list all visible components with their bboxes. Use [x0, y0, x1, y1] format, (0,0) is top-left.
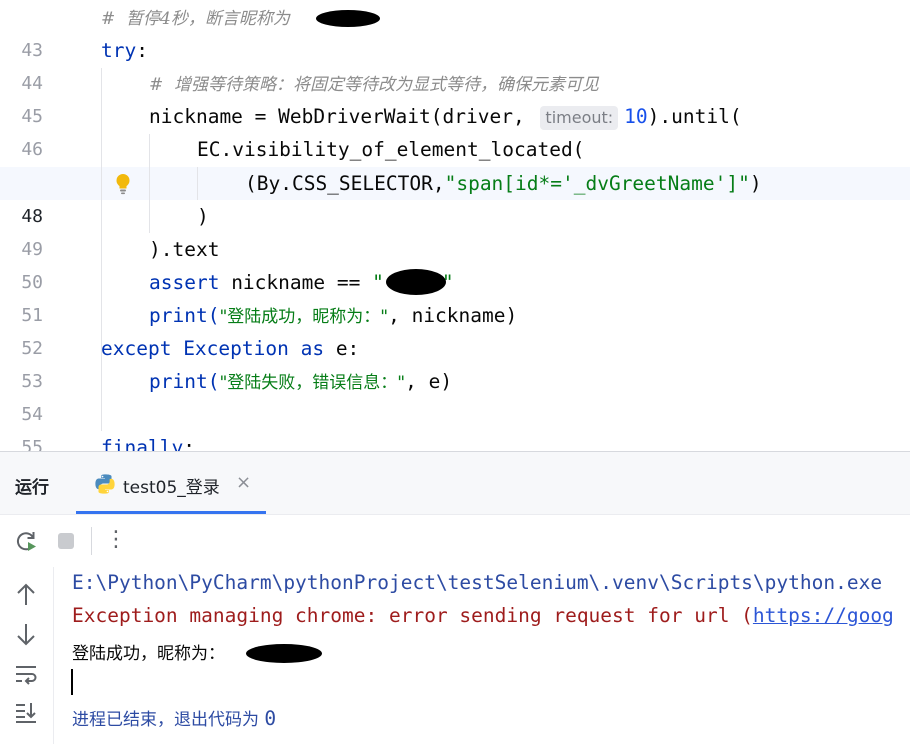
- code-text: except Exception as e:: [101, 337, 360, 360]
- code-text: print("登陆成功，昵称为：", nickname): [149, 304, 518, 327]
- code-text: # 增强等待策略：将固定等待改为显式等待，确保元素可见: [149, 75, 600, 95]
- rerun-icon[interactable]: [13, 528, 39, 554]
- code-text: try:: [101, 39, 148, 62]
- code-text: ).text: [149, 238, 220, 261]
- code-line-54[interactable]: 54 print("登陆失败，错误信息：", e): [0, 365, 910, 425]
- error-url-link[interactable]: https://goog: [753, 604, 894, 627]
- indent-guide: [101, 68, 102, 431]
- code-text: (By.CSS_SELECTOR,"span[id*='_dvGreetName…: [245, 172, 762, 195]
- code-line-51[interactable]: 51 assert nickname == " ": [0, 266, 910, 326]
- code-line-43[interactable]: 43 # 暂停4秒，断言昵称为: [0, 1, 910, 61]
- lightbulb-icon[interactable]: [115, 173, 131, 195]
- code-line-45[interactable]: 45 # 增强等待策略：将固定等待改为显式等待，确保元素可见: [0, 67, 910, 127]
- run-tool-window-header: 运行 test05_登录 ×: [0, 452, 910, 514]
- console-line-interpreter: E:\Python\PyCharm\pythonProject\testSele…: [72, 571, 883, 594]
- console-line-error: Exception managing chrome: error sending…: [72, 604, 894, 627]
- code-line-47[interactable]: 47 EC.visibility_of_element_located(: [0, 133, 910, 193]
- code-line-46[interactable]: 46 nickname = WebDriverWait(driver, time…: [0, 100, 910, 160]
- tab-test05-login[interactable]: test05_登录 ×: [76, 452, 266, 514]
- tool-window-title: 运行: [15, 478, 49, 498]
- code-text: finally:: [101, 436, 195, 451]
- console-output[interactable]: E:\Python\PyCharm\pythonProject\testSele…: [54, 567, 910, 744]
- code-line-55[interactable]: 55: [0, 398, 910, 451]
- code-text: ): [197, 205, 209, 228]
- console-line-login-success: 登陆成功，昵称为：: [72, 644, 225, 664]
- close-tab-icon[interactable]: ×: [236, 472, 251, 493]
- redacted-mark: [316, 10, 380, 27]
- run-toolbar: ⋮: [0, 514, 910, 567]
- code-line-52[interactable]: 52 print("登陆成功，昵称为：", nickname): [0, 299, 910, 359]
- redacted-mark: [246, 644, 322, 663]
- scroll-to-end-icon[interactable]: [13, 700, 39, 724]
- indent-guide: [149, 134, 150, 233]
- indent-guide: [197, 167, 198, 200]
- code-line-56[interactable]: 56 finally:: [0, 431, 910, 451]
- python-icon: [95, 474, 115, 494]
- arrow-down-icon[interactable]: [13, 622, 39, 646]
- console-line-process-finished: 进程已结束，退出代码为 0: [72, 707, 277, 730]
- soft-wrap-icon[interactable]: [13, 662, 39, 686]
- text-cursor: [71, 669, 73, 695]
- more-options-icon[interactable]: ⋮: [105, 527, 127, 552]
- code-text: EC.visibility_of_element_located(: [197, 138, 585, 161]
- code-line-48[interactable]: 48 (By.CSS_SELECTOR,"span[id*='_dvGreetN…: [0, 167, 910, 227]
- code-text: print("登陆失败，错误信息：", e): [149, 370, 453, 393]
- code-text: # 暂停4秒，断言昵称为: [101, 9, 296, 29]
- code-line-53[interactable]: 53 except Exception as e:: [0, 332, 910, 392]
- code-text: nickname = WebDriverWait(driver, timeout…: [149, 105, 742, 130]
- console-side-toolbar: [0, 567, 54, 744]
- code-editor[interactable]: 43 # 暂停4秒，断言昵称为 44 try: 45 # 增强等待策略：将固定等…: [0, 0, 910, 451]
- tab-label: test05_登录: [123, 478, 220, 498]
- toolbar-separator: [91, 527, 92, 555]
- code-line-49[interactable]: 49 ): [0, 200, 910, 260]
- arrow-up-icon[interactable]: [13, 583, 39, 607]
- code-line-50[interactable]: 50 ).text: [0, 233, 910, 293]
- code-line-44[interactable]: 44 try:: [0, 34, 910, 94]
- redacted-mark: [386, 269, 446, 295]
- stop-icon[interactable]: [53, 528, 79, 554]
- parameter-hint: timeout:: [540, 106, 619, 130]
